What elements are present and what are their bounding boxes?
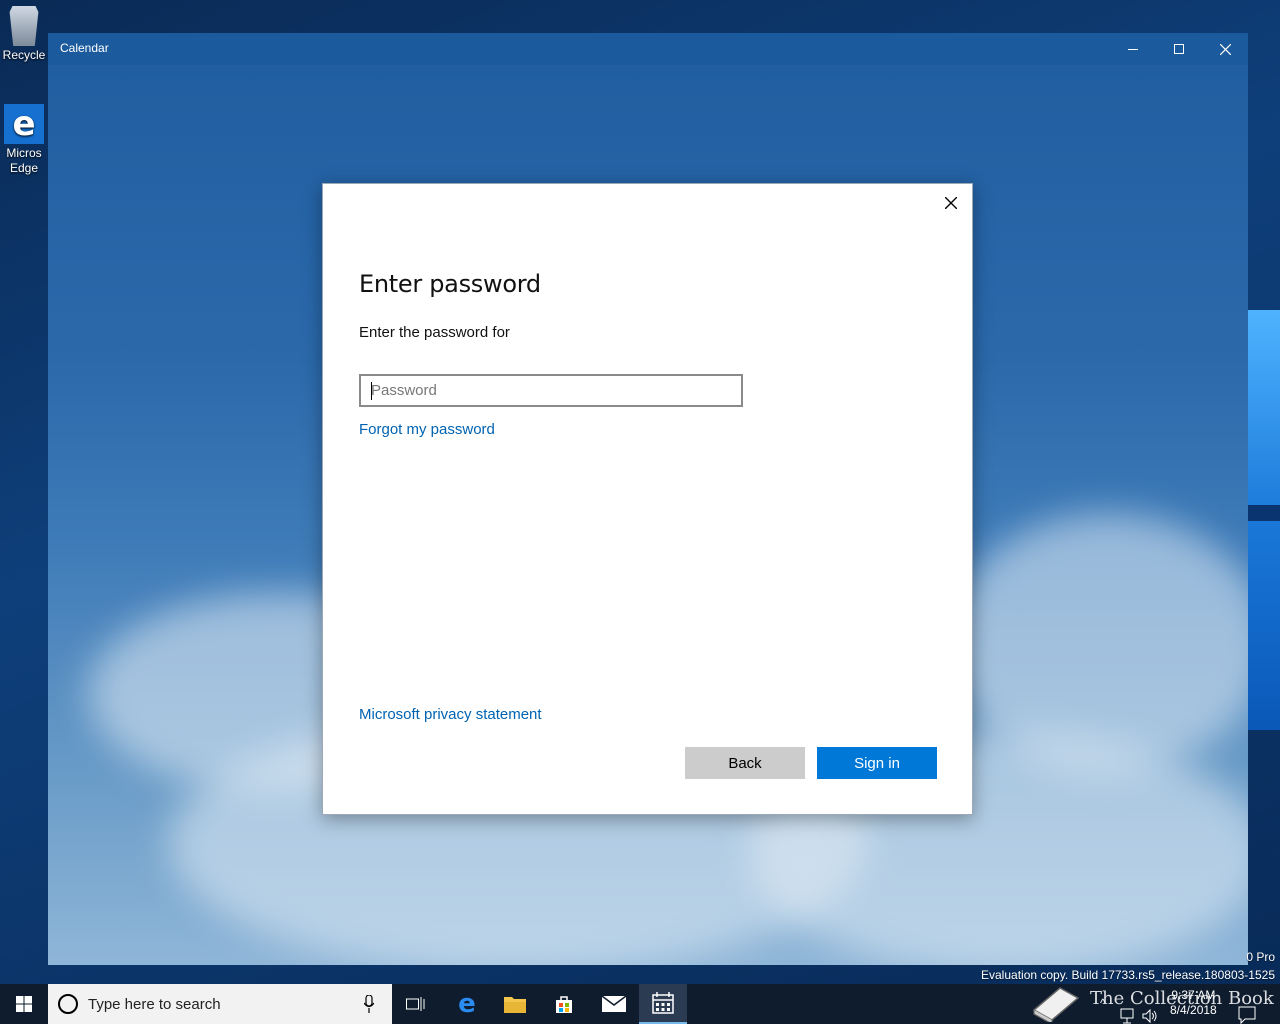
cortana-icon [58,994,78,1014]
maximize-icon [1174,44,1184,54]
show-hidden-icons-button[interactable]: ^ [1100,996,1106,1024]
mail-button[interactable] [590,984,638,1024]
window-title: Calendar [60,41,109,55]
microphone-icon[interactable] [364,995,374,1013]
text-caret [371,382,372,400]
dialog-subtitle: Enter the password for [359,324,510,341]
edge-icon: e [4,104,44,144]
sign-in-button[interactable]: Sign in [817,747,937,779]
edge-label-line1: Micros [6,146,42,160]
clock-date: 8/4/2018 [1170,1003,1217,1017]
dialog-title: Enter password [359,270,541,298]
enter-password-dialog: Enter password Enter the password for Fo… [322,183,973,815]
minimize-icon [1128,48,1138,50]
close-icon [945,197,957,209]
clock-time: 9:37 AM [1171,988,1216,1002]
store-icon [556,996,572,1013]
privacy-statement-link[interactable]: Microsoft privacy statement [359,706,542,723]
window-titlebar[interactable]: Calendar [48,33,1248,65]
close-icon [1219,43,1231,55]
password-input[interactable] [359,374,743,407]
calendar-icon [652,992,674,1014]
task-view-icon [406,997,425,1011]
edition-watermark: 0 Pro [1246,950,1275,964]
taskbar-search-box[interactable]: Type here to search [48,984,392,1024]
close-window-button[interactable] [1202,33,1248,65]
calendar-taskbar-button[interactable] [639,984,687,1024]
edge-label-line2: Edge [9,161,39,175]
taskbar-clock[interactable]: 9:37 AM 8/4/2018 [1170,988,1217,1018]
build-watermark: Evaluation copy. Build 17733.rs5_release… [981,968,1275,982]
edge-icon: e [458,989,476,1019]
minimize-button[interactable] [1110,33,1156,65]
taskbar: Type here to search e The Collection Boo… [0,984,1280,1024]
recycle-bin-icon [9,6,39,46]
start-button[interactable] [0,984,48,1024]
maximize-button[interactable] [1156,33,1202,65]
forgot-password-link[interactable]: Forgot my password [359,421,495,438]
task-view-button[interactable] [392,984,440,1024]
recycle-bin-label: Recycle [2,48,46,62]
edge-desktop-icon[interactable]: e Micros Edge [0,104,48,176]
windows-icon [16,996,32,1012]
mail-icon [602,996,626,1012]
network-icon[interactable] [1120,996,1134,1024]
store-button[interactable] [540,984,588,1024]
search-placeholder: Type here to search [88,996,221,1013]
folder-icon [504,997,526,1013]
back-button[interactable]: Back [685,747,805,779]
collection-book-logo-icon [1032,987,1080,1022]
volume-icon[interactable] [1142,996,1158,1024]
dialog-close-button[interactable] [938,190,964,216]
file-explorer-button[interactable] [491,984,539,1024]
taskbar-edge-button[interactable]: e [443,984,491,1024]
action-center-button[interactable] [1238,995,1256,1024]
recycle-bin-desktop-icon[interactable]: Recycle [0,6,48,63]
